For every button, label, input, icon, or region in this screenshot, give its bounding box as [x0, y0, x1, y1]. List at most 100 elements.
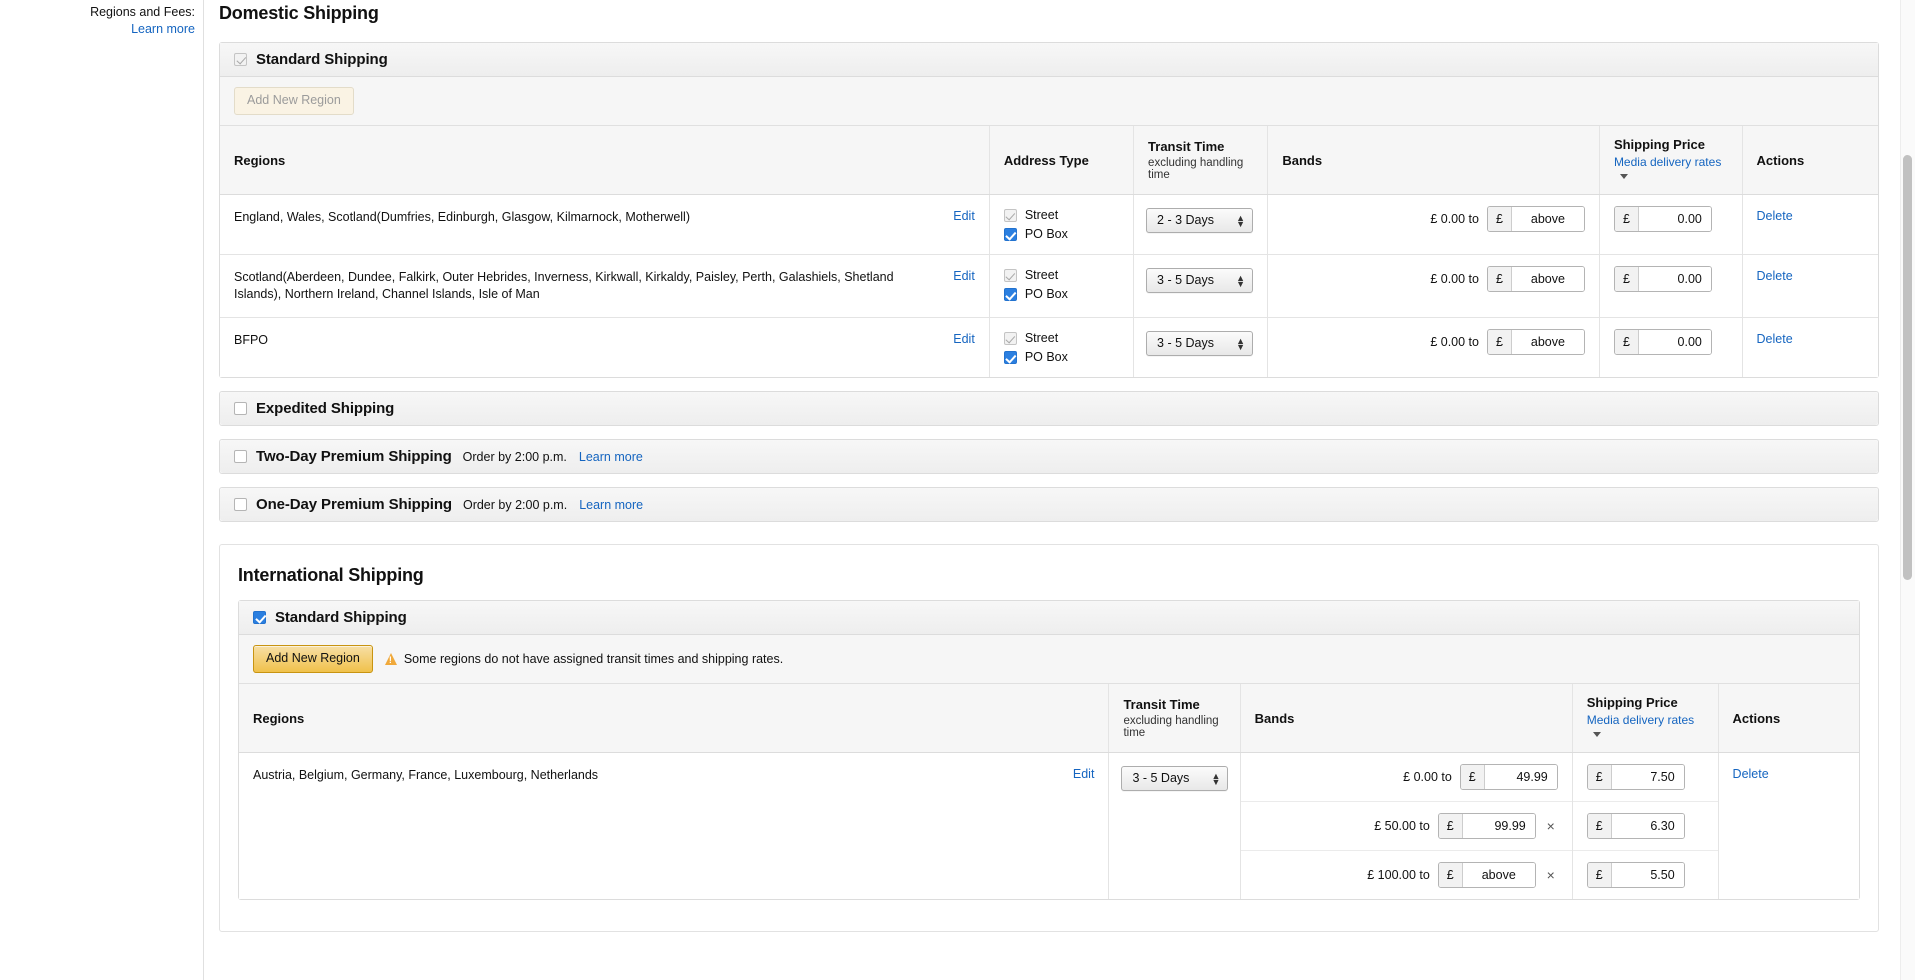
transit-time-select[interactable]: 3 - 5 Days ▲ ▼: [1121, 766, 1229, 791]
band-to-input[interactable]: £ above: [1486, 329, 1585, 355]
cell-actions: Delete: [1741, 317, 1878, 377]
shipping-price-value[interactable]: 7.50: [1611, 765, 1684, 789]
edit-region-link[interactable]: Edit: [953, 332, 975, 346]
media-delivery-rates-link[interactable]: Media delivery rates: [1587, 713, 1704, 741]
shipping-option-title: Standard Shipping: [256, 51, 388, 68]
band-from-label: £ 50.00 to: [1374, 819, 1430, 833]
delete-region-link[interactable]: Delete: [1757, 269, 1793, 283]
shipping-option-block: Standard Shipping Add New Region Regions Ad…: [219, 42, 1879, 378]
column-header-shipping-price: Shipping Price Media delivery rates: [1571, 684, 1719, 753]
column-header-transit-time-label: Transit Time: [1148, 139, 1225, 154]
cell-regions: BFPO Edit: [220, 317, 990, 377]
currency-symbol: £: [1438, 814, 1463, 838]
delete-region-link[interactable]: Delete: [1757, 209, 1793, 223]
gutter-divider: [203, 0, 204, 980]
cell-shipping-price: £7.50 £6.30 £5.50: [1571, 752, 1719, 899]
gutter-panel: Regions and Fees: Learn more: [0, 0, 203, 38]
shipping-rates-table: Regions Address Type Transit Time excluding…: [220, 126, 1878, 377]
remove-band-icon[interactable]: ×: [1544, 819, 1558, 833]
band-from-label: £ 0.00 to: [1430, 335, 1479, 349]
band-to-value[interactable]: 99.99: [1462, 814, 1535, 838]
edit-region-link[interactable]: Edit: [953, 209, 975, 223]
band-to-input[interactable]: £ above: [1486, 206, 1585, 232]
band-row: £ 0.00 to £ above: [1268, 318, 1599, 366]
shipping-option-learn-more-link[interactable]: Learn more: [579, 450, 643, 464]
transit-time-select[interactable]: 3 - 5 Days ▲ ▼: [1146, 331, 1254, 356]
shipping-option-checkbox[interactable]: [253, 611, 266, 624]
shipping-price-input[interactable]: £0.00: [1613, 266, 1712, 292]
shipping-price-input[interactable]: £0.00: [1613, 206, 1712, 232]
currency-symbol: £: [1614, 330, 1639, 354]
shipping-price-value[interactable]: 5.50: [1611, 863, 1684, 887]
shipping-price-input[interactable]: £6.30: [1586, 813, 1685, 839]
address-type-option: PO Box: [1003, 287, 1119, 301]
cell-address-type: Street PO Box: [988, 317, 1134, 377]
delete-region-link[interactable]: Delete: [1757, 332, 1793, 346]
edit-region-link[interactable]: Edit: [1073, 767, 1095, 781]
band-to-input[interactable]: £99.99: [1437, 813, 1536, 839]
shipping-warning: Some regions do not have assigned transi…: [384, 652, 783, 666]
address-type-label: PO Box: [1024, 227, 1068, 241]
column-header-actions: Actions: [1717, 684, 1859, 753]
shipping-option-checkbox[interactable]: [234, 498, 247, 511]
table-row: Austria, Belgium, Germany, France, Luxem…: [239, 752, 1859, 899]
cell-bands: £ 0.00 to £ above: [1267, 254, 1600, 318]
band-to-value[interactable]: 49.99: [1484, 765, 1557, 789]
band-to-input[interactable]: £ above: [1486, 266, 1585, 292]
currency-symbol: £: [1587, 814, 1612, 838]
shipping-option-note: Order by 2:00 p.m.: [462, 449, 567, 464]
page-scrollbar-thumb[interactable]: [1903, 155, 1912, 580]
band-to-input[interactable]: £49.99: [1459, 764, 1558, 790]
cell-transit-time: 3 - 5 Days ▲ ▼: [1133, 317, 1268, 377]
cell-actions: Delete: [1741, 254, 1878, 318]
address-type-checkbox-street: [1003, 268, 1017, 282]
add-new-region-button[interactable]: Add New Region: [253, 645, 373, 673]
main-content: Domestic Shipping Standard Shipping Add Ne…: [219, 0, 1879, 954]
shipping-option-checkbox[interactable]: [234, 450, 247, 463]
shipping-price-value[interactable]: 0.00: [1638, 207, 1711, 231]
currency-symbol: £: [1487, 330, 1512, 354]
delete-region-link[interactable]: Delete: [1733, 767, 1769, 781]
shipping-price-input[interactable]: £5.50: [1586, 862, 1685, 888]
transit-time-select[interactable]: 2 - 3 Days ▲ ▼: [1146, 208, 1254, 233]
shipping-option-block: One-Day Premium Shipping Order by 2:00 p.…: [219, 487, 1879, 522]
shipping-price-value[interactable]: 6.30: [1611, 814, 1684, 838]
price-row: £0.00: [1600, 195, 1742, 243]
column-header-transit-time-label: Transit Time: [1123, 697, 1200, 712]
chevron-down-icon: [1619, 174, 1628, 180]
band-to-value[interactable]: above: [1511, 207, 1584, 231]
address-type-checkbox-po-box[interactable]: [1003, 227, 1017, 241]
shipping-price-value[interactable]: 0.00: [1638, 330, 1711, 354]
shipping-option-checkbox[interactable]: [234, 402, 247, 415]
stepper-arrows-icon: ▲ ▼: [1236, 335, 1246, 352]
address-type-checkbox-po-box[interactable]: [1003, 287, 1017, 301]
remove-band-icon[interactable]: ×: [1544, 868, 1558, 882]
transit-time-select[interactable]: 3 - 5 Days ▲ ▼: [1146, 268, 1254, 293]
band-row: £ 50.00 to £99.99 ×: [1240, 802, 1572, 851]
band-to-value[interactable]: above: [1511, 267, 1584, 291]
address-type-checkbox-po-box[interactable]: [1003, 350, 1017, 364]
shipping-option-header: Standard Shipping: [239, 601, 1859, 635]
address-type-label: Street: [1024, 208, 1059, 222]
shipping-price-value[interactable]: 0.00: [1638, 267, 1711, 291]
shipping-price-input[interactable]: £7.50: [1586, 764, 1685, 790]
currency-symbol: £: [1460, 765, 1485, 789]
table-row: England, Wales, Scotland(Dumfries, Edinb…: [220, 194, 1878, 255]
band-to-value[interactable]: above: [1462, 863, 1535, 887]
table-row: BFPO Edit Street PO Box 3 - 5 Days ▲ ▼ £ 0.00 t…: [220, 317, 1878, 377]
shipping-option-learn-more-link[interactable]: Learn more: [579, 498, 643, 512]
shipping-price-input[interactable]: £0.00: [1613, 329, 1712, 355]
price-row: £5.50: [1573, 851, 1718, 899]
shipping-option-header: Two-Day Premium Shipping Order by 2:00 p.…: [220, 440, 1878, 473]
band-from-label: £ 0.00 to: [1430, 272, 1479, 286]
band-to-value[interactable]: above: [1511, 330, 1584, 354]
section-title: Domestic Shipping: [219, 3, 379, 23]
band-to-input[interactable]: £ above: [1437, 862, 1536, 888]
page-scrollbar-track[interactable]: [1900, 0, 1915, 980]
shipping-option-title: Two-Day Premium Shipping: [256, 448, 452, 465]
edit-region-link[interactable]: Edit: [953, 269, 975, 283]
stepper-arrows-icon: ▲ ▼: [1236, 212, 1246, 229]
band-from-label: £ 100.00 to: [1367, 868, 1430, 882]
media-delivery-rates-link[interactable]: Media delivery rates: [1614, 155, 1728, 183]
regions-and-fees-learn-more-link[interactable]: Learn more: [0, 21, 195, 38]
